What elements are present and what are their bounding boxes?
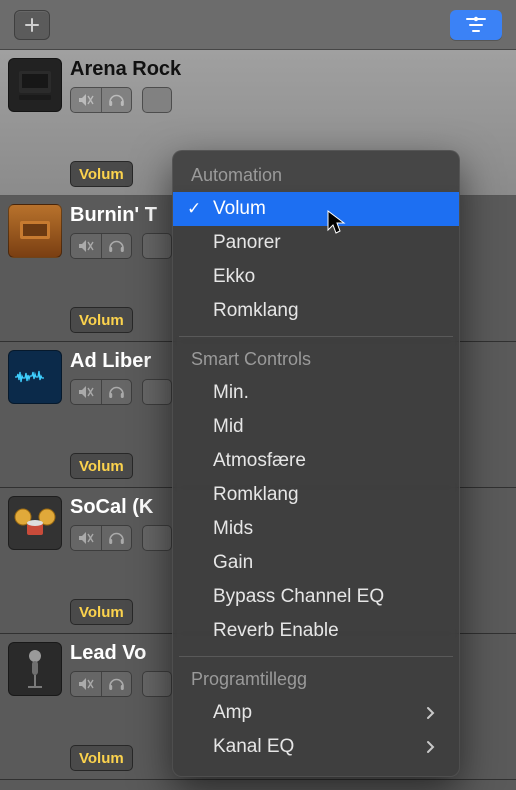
record-enable-button[interactable]	[142, 87, 172, 113]
drums-icon	[8, 496, 62, 550]
menu-item-ekko[interactable]: Ekko	[173, 260, 459, 294]
menu-item-label: Reverb Enable	[213, 620, 339, 642]
track-title[interactable]: Arena Rock	[70, 58, 516, 81]
headphones-button[interactable]	[101, 380, 131, 404]
track-thumbnail[interactable]	[0, 50, 62, 195]
add-track-button[interactable]	[14, 10, 50, 40]
menu-item-romklang-2[interactable]: Romklang	[173, 478, 459, 512]
track-thumbnail[interactable]	[0, 342, 62, 487]
menu-item-reverb-enable[interactable]: Reverb Enable	[173, 614, 459, 648]
menu-item-label: Ekko	[213, 266, 255, 288]
menu-item-label: Amp	[213, 702, 252, 724]
menu-section-header: Automation	[173, 161, 459, 192]
menu-item-mid[interactable]: Mid	[173, 410, 459, 444]
menu-item-label: Bypass Channel EQ	[213, 586, 384, 608]
menu-item-label: Mid	[213, 416, 244, 438]
record-enable-button[interactable]	[142, 379, 172, 405]
menu-item-label: Romklang	[213, 300, 299, 322]
automation-view-button[interactable]	[450, 10, 502, 40]
menu-item-label: Panorer	[213, 232, 281, 254]
menu-item-kanal-eq[interactable]: Kanal EQ	[173, 730, 459, 764]
mute-solo-group	[70, 233, 132, 259]
menu-item-mids[interactable]: Mids	[173, 512, 459, 546]
automation-parameter-select[interactable]: Volum	[70, 453, 133, 479]
menu-item-label: Gain	[213, 552, 253, 574]
toolbar	[0, 0, 516, 50]
mute-solo-group	[70, 87, 132, 113]
menu-item-amp[interactable]: Amp	[173, 696, 459, 730]
mute-solo-group	[70, 525, 132, 551]
headphones-button[interactable]	[101, 88, 131, 112]
record-enable-button[interactable]	[142, 233, 172, 259]
menu-section-header: Smart Controls	[173, 345, 459, 376]
track-thumbnail[interactable]	[0, 196, 62, 341]
menu-item-atmosfaere[interactable]: Atmosfære	[173, 444, 459, 478]
mute-solo-group	[70, 379, 132, 405]
automation-parameter-menu[interactable]: Automation ✓ Volum Panorer Ekko Romklang…	[172, 150, 460, 777]
mute-button[interactable]	[71, 526, 101, 550]
amp-icon	[8, 58, 62, 112]
menu-item-romklang[interactable]: Romklang	[173, 294, 459, 328]
mute-button[interactable]	[71, 234, 101, 258]
chevron-right-icon	[426, 740, 435, 754]
menu-item-volum[interactable]: ✓ Volum	[173, 192, 459, 226]
track-thumbnail[interactable]	[0, 634, 62, 779]
menu-item-label: Kanal EQ	[213, 736, 294, 758]
menu-item-label: Mids	[213, 518, 253, 540]
automation-parameter-select[interactable]: Volum	[70, 161, 133, 187]
record-enable-button[interactable]	[142, 671, 172, 697]
mute-solo-group	[70, 671, 132, 697]
automation-parameter-select[interactable]: Volum	[70, 307, 133, 333]
menu-item-label: Romklang	[213, 484, 299, 506]
headphones-button[interactable]	[101, 672, 131, 696]
check-icon: ✓	[187, 199, 201, 219]
chevron-right-icon	[426, 706, 435, 720]
menu-item-label: Volum	[213, 198, 266, 220]
mute-button[interactable]	[71, 672, 101, 696]
menu-divider	[179, 336, 453, 337]
mute-button[interactable]	[71, 88, 101, 112]
menu-item-min[interactable]: Min.	[173, 376, 459, 410]
track-thumbnail[interactable]	[0, 488, 62, 633]
menu-item-label: Min.	[213, 382, 249, 404]
headphones-button[interactable]	[101, 526, 131, 550]
automation-parameter-select[interactable]: Volum	[70, 745, 133, 771]
track-list: Arena Rock Volum	[0, 50, 516, 780]
headphones-button[interactable]	[101, 234, 131, 258]
mute-button[interactable]	[71, 380, 101, 404]
menu-item-gain[interactable]: Gain	[173, 546, 459, 580]
mic-icon	[8, 642, 62, 696]
menu-item-bypass-channel-eq[interactable]: Bypass Channel EQ	[173, 580, 459, 614]
record-enable-button[interactable]	[142, 525, 172, 551]
menu-section-header: Programtillegg	[173, 665, 459, 696]
menu-item-label: Atmosfære	[213, 450, 306, 472]
menu-divider	[179, 656, 453, 657]
waveform-icon	[8, 350, 62, 404]
amp-icon	[8, 204, 62, 258]
menu-item-panorer[interactable]: Panorer	[173, 226, 459, 260]
automation-parameter-select[interactable]: Volum	[70, 599, 133, 625]
